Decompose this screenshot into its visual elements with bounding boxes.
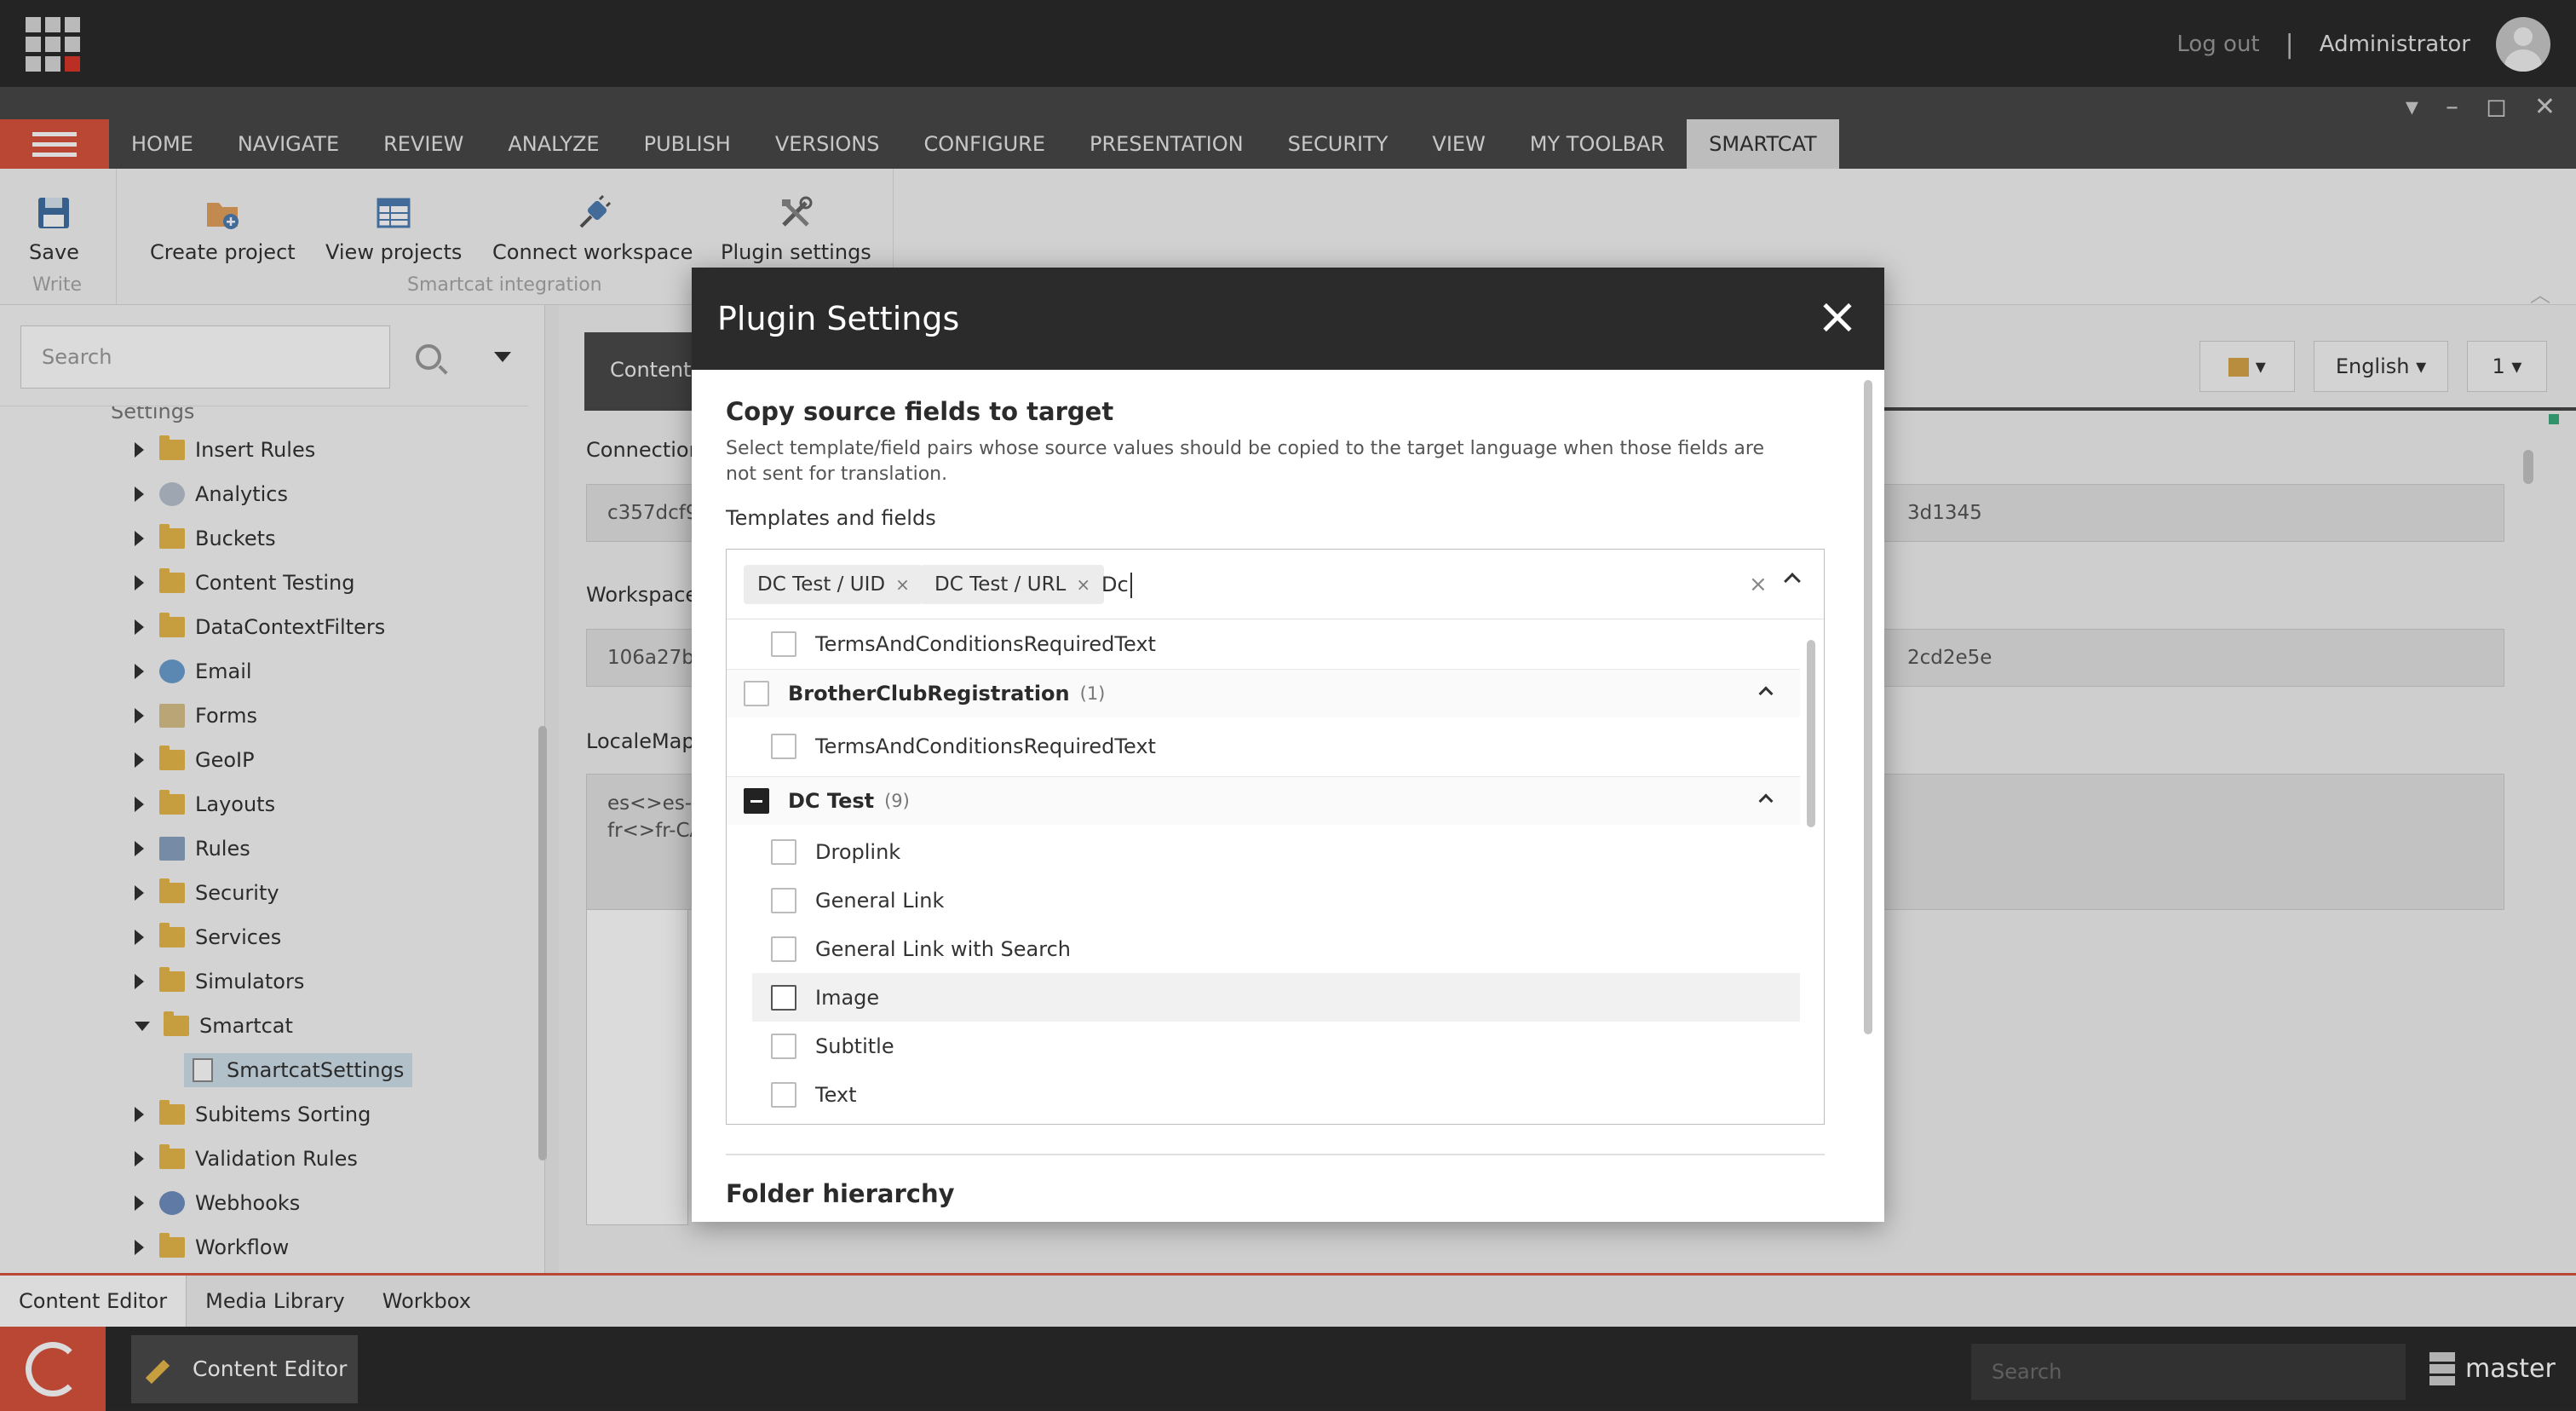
list-item[interactable]: TermsAndConditionsRequiredText <box>727 722 1800 770</box>
list-item[interactable]: TermsAndConditionsRequiredText <box>727 619 1800 668</box>
dialog-header: Plugin Settings <box>692 268 1884 370</box>
selected-chip: DC Test / URL × <box>921 565 1105 604</box>
clear-icon[interactable]: × <box>1749 572 1768 597</box>
dialog-scrollbar[interactable] <box>1864 380 1872 1034</box>
list-item-hovered[interactable]: Image <box>752 973 1800 1022</box>
close-icon[interactable] <box>1816 297 1859 339</box>
chip-remove-icon[interactable]: × <box>1076 574 1090 595</box>
filter-input[interactable]: Dc <box>1101 565 1132 604</box>
list-item[interactable]: Subtitle <box>727 1022 1800 1070</box>
checkbox[interactable] <box>771 631 796 657</box>
checkbox[interactable] <box>771 984 796 1011</box>
options-list: TermsAndConditionsRequiredText BrotherCl… <box>727 619 1824 1124</box>
chip-remove-icon[interactable]: × <box>895 574 910 595</box>
group-header[interactable]: DC Test (9) <box>727 776 1800 825</box>
checkbox[interactable] <box>771 838 796 865</box>
list-item[interactable]: Text <box>727 1070 1800 1119</box>
chevron-up-icon[interactable] <box>1758 793 1774 809</box>
chevron-up-icon[interactable] <box>1784 573 1801 590</box>
options-scrollbar[interactable] <box>1807 640 1815 827</box>
list-item[interactable]: General Link with Search <box>727 924 1800 973</box>
dialog-body: Copy source fields to target Select temp… <box>692 370 1884 1222</box>
section-description: Select template/field pairs whose source… <box>726 438 1765 485</box>
chevron-up-icon[interactable] <box>1758 686 1774 701</box>
folder-hierarchy-title: Folder hierarchy <box>726 1179 955 1208</box>
list-item[interactable]: General Link <box>727 876 1800 924</box>
group-header[interactable]: BrotherClubRegistration (1) <box>727 669 1800 717</box>
plugin-settings-dialog: Plugin Settings Copy source fields to ta… <box>692 268 1884 1222</box>
templates-fields-multiselect[interactable]: DC Test / UID × DC Test / URL × Dc × Terms… <box>726 549 1825 1125</box>
checkbox[interactable] <box>771 733 796 759</box>
checkbox[interactable] <box>771 1081 796 1108</box>
multiselect-input-area[interactable]: DC Test / UID × DC Test / URL × Dc × <box>727 550 1824 619</box>
dialog-title: Plugin Settings <box>717 300 960 337</box>
checkbox[interactable] <box>771 1033 796 1059</box>
group-checkbox-partial[interactable] <box>744 788 769 814</box>
section-divider <box>726 1154 1825 1155</box>
checkbox[interactable] <box>771 887 796 913</box>
list-item[interactable]: Droplink <box>727 827 1800 876</box>
templates-fields-label: Templates and fields <box>726 506 936 530</box>
group-checkbox[interactable] <box>744 681 769 706</box>
selected-chip: DC Test / UID × <box>744 565 923 604</box>
checkbox[interactable] <box>771 936 796 962</box>
section-title: Copy source fields to target <box>726 397 1114 426</box>
